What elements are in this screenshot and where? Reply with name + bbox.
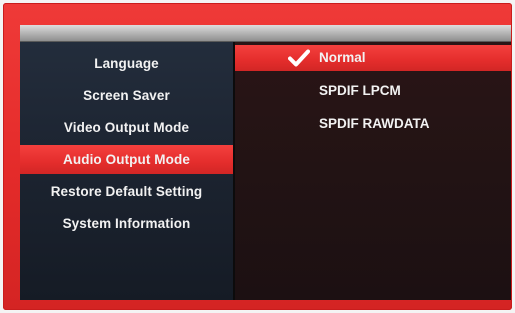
menu-item-language[interactable]: Language [20,49,233,78]
option-normal[interactable]: Normal [235,45,511,71]
settings-menu: Language Screen Saver Video Output Mode … [20,42,233,300]
option-label: SPDIF LPCM [319,83,401,98]
option-spdif-lpcm[interactable]: SPDIF LPCM [235,78,511,104]
menu-item-restore-default-setting[interactable]: Restore Default Setting [20,177,233,206]
option-label: SPDIF RAWDATA [319,116,430,131]
menu-item-audio-output-mode[interactable]: Audio Output Mode [20,145,233,174]
option-label: Normal [319,50,366,65]
setup-screen: Language Screen Saver Video Output Mode … [20,25,511,300]
device-frame: Language Screen Saver Video Output Mode … [3,3,512,310]
menu-item-system-information[interactable]: System Information [20,209,233,238]
options-panel: Normal SPDIF LPCM SPDIF RAWDATA [235,42,511,300]
check-icon [288,49,310,67]
menu-item-screen-saver[interactable]: Screen Saver [20,81,233,110]
menu-item-video-output-mode[interactable]: Video Output Mode [20,113,233,142]
title-bar [20,25,511,42]
option-spdif-rawdata[interactable]: SPDIF RAWDATA [235,111,511,137]
